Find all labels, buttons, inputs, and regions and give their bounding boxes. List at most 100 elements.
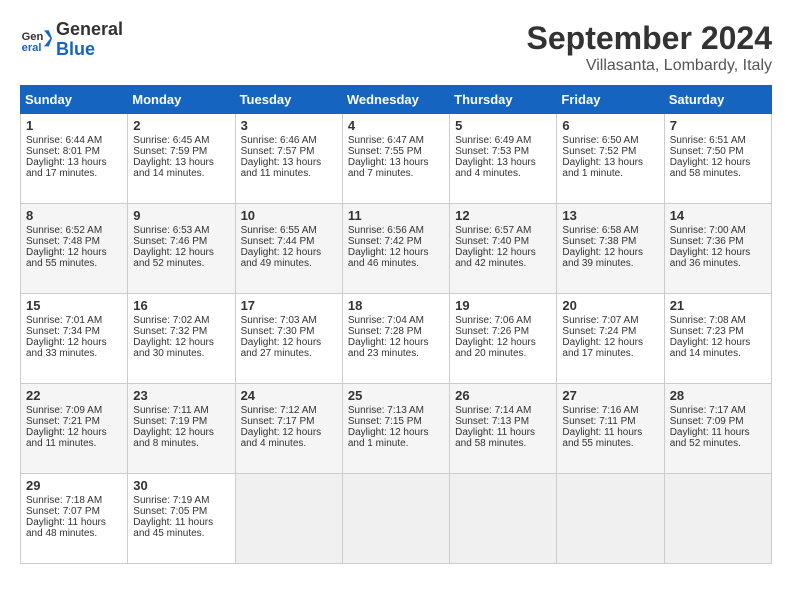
logo: Gen eral General Blue xyxy=(20,20,123,60)
logo-line1: General xyxy=(56,20,123,40)
daylight: Daylight: 11 hours and 58 minutes. xyxy=(455,427,535,449)
calendar-cell: 30Sunrise: 7:19 AMSunset: 7:05 PMDayligh… xyxy=(128,474,235,564)
sunrise: Sunrise: 6:45 AM xyxy=(133,135,209,146)
day-num: 11 xyxy=(348,208,444,223)
daylight: Daylight: 12 hours and 14 minutes. xyxy=(670,337,751,359)
daylight: Daylight: 13 hours and 7 minutes. xyxy=(348,157,429,179)
daylight: Daylight: 13 hours and 1 minute. xyxy=(562,157,643,179)
calendar-cell: 16Sunrise: 7:02 AMSunset: 7:32 PMDayligh… xyxy=(128,294,235,384)
calendar-cell xyxy=(664,474,771,564)
sunrise: Sunrise: 6:57 AM xyxy=(455,225,531,236)
sunrise: Sunrise: 7:12 AM xyxy=(241,405,317,416)
header-saturday: Saturday xyxy=(664,86,771,114)
calendar-cell: 29Sunrise: 7:18 AMSunset: 7:07 PMDayligh… xyxy=(21,474,128,564)
week-row: 1Sunrise: 6:44 AMSunset: 8:01 PMDaylight… xyxy=(21,114,772,204)
sunset: Sunset: 7:59 PM xyxy=(133,146,207,157)
daylight: Daylight: 12 hours and 49 minutes. xyxy=(241,247,322,269)
month-title: September 2024 xyxy=(527,20,772,57)
header-sunday: Sunday xyxy=(21,86,128,114)
calendar-cell: 20Sunrise: 7:07 AMSunset: 7:24 PMDayligh… xyxy=(557,294,664,384)
daylight: Daylight: 12 hours and 4 minutes. xyxy=(241,427,322,449)
location: Villasanta, Lombardy, Italy xyxy=(527,57,772,75)
day-num: 17 xyxy=(241,298,337,313)
calendar-cell: 1Sunrise: 6:44 AMSunset: 8:01 PMDaylight… xyxy=(21,114,128,204)
header-friday: Friday xyxy=(557,86,664,114)
sunset: Sunset: 7:30 PM xyxy=(241,326,315,337)
calendar-cell xyxy=(342,474,449,564)
sunrise: Sunrise: 7:03 AM xyxy=(241,315,317,326)
day-num: 29 xyxy=(26,478,122,493)
day-num: 21 xyxy=(670,298,766,313)
day-num: 23 xyxy=(133,388,229,403)
calendar-cell: 11Sunrise: 6:56 AMSunset: 7:42 PMDayligh… xyxy=(342,204,449,294)
day-num: 5 xyxy=(455,118,551,133)
day-num: 9 xyxy=(133,208,229,223)
sunrise: Sunrise: 7:06 AM xyxy=(455,315,531,326)
calendar-cell: 9Sunrise: 6:53 AMSunset: 7:46 PMDaylight… xyxy=(128,204,235,294)
sunrise: Sunrise: 7:11 AM xyxy=(133,405,208,416)
sunset: Sunset: 7:55 PM xyxy=(348,146,422,157)
day-num: 28 xyxy=(670,388,766,403)
sunset: Sunset: 7:40 PM xyxy=(455,236,529,247)
sunset: Sunset: 7:13 PM xyxy=(455,416,529,427)
daylight: Daylight: 12 hours and 58 minutes. xyxy=(670,157,751,179)
calendar-cell: 7Sunrise: 6:51 AMSunset: 7:50 PMDaylight… xyxy=(664,114,771,204)
sunset: Sunset: 7:19 PM xyxy=(133,416,207,427)
daylight: Daylight: 11 hours and 55 minutes. xyxy=(562,427,642,449)
daylight: Daylight: 12 hours and 30 minutes. xyxy=(133,337,214,359)
day-num: 24 xyxy=(241,388,337,403)
sunrise: Sunrise: 7:02 AM xyxy=(133,315,209,326)
day-num: 6 xyxy=(562,118,658,133)
sunset: Sunset: 7:48 PM xyxy=(26,236,100,247)
sunset: Sunset: 7:17 PM xyxy=(241,416,315,427)
day-num: 30 xyxy=(133,478,229,493)
daylight: Daylight: 12 hours and 55 minutes. xyxy=(26,247,107,269)
title-block: September 2024 Villasanta, Lombardy, Ita… xyxy=(527,20,772,75)
day-num: 8 xyxy=(26,208,122,223)
sunset: Sunset: 7:26 PM xyxy=(455,326,529,337)
day-num: 19 xyxy=(455,298,551,313)
sunrise: Sunrise: 7:16 AM xyxy=(562,405,638,416)
calendar-cell: 5Sunrise: 6:49 AMSunset: 7:53 PMDaylight… xyxy=(450,114,557,204)
daylight: Daylight: 12 hours and 42 minutes. xyxy=(455,247,536,269)
daylight: Daylight: 12 hours and 11 minutes. xyxy=(26,427,107,449)
sunset: Sunset: 7:57 PM xyxy=(241,146,315,157)
calendar-cell: 3Sunrise: 6:46 AMSunset: 7:57 PMDaylight… xyxy=(235,114,342,204)
header-row: SundayMondayTuesdayWednesdayThursdayFrid… xyxy=(21,86,772,114)
sunrise: Sunrise: 7:04 AM xyxy=(348,315,424,326)
sunrise: Sunrise: 6:44 AM xyxy=(26,135,102,146)
calendar-cell: 15Sunrise: 7:01 AMSunset: 7:34 PMDayligh… xyxy=(21,294,128,384)
daylight: Daylight: 12 hours and 8 minutes. xyxy=(133,427,214,449)
week-row: 22Sunrise: 7:09 AMSunset: 7:21 PMDayligh… xyxy=(21,384,772,474)
svg-text:eral: eral xyxy=(22,42,42,54)
logo-line2: Blue xyxy=(56,40,123,60)
header-tuesday: Tuesday xyxy=(235,86,342,114)
calendar-cell: 14Sunrise: 7:00 AMSunset: 7:36 PMDayligh… xyxy=(664,204,771,294)
calendar-cell: 18Sunrise: 7:04 AMSunset: 7:28 PMDayligh… xyxy=(342,294,449,384)
calendar-cell xyxy=(557,474,664,564)
week-row: 8Sunrise: 6:52 AMSunset: 7:48 PMDaylight… xyxy=(21,204,772,294)
day-num: 2 xyxy=(133,118,229,133)
sunrise: Sunrise: 6:52 AM xyxy=(26,225,102,236)
sunset: Sunset: 7:11 PM xyxy=(562,416,635,427)
sunset: Sunset: 7:53 PM xyxy=(455,146,529,157)
sunset: Sunset: 7:38 PM xyxy=(562,236,636,247)
sunset: Sunset: 7:24 PM xyxy=(562,326,636,337)
daylight: Daylight: 12 hours and 23 minutes. xyxy=(348,337,429,359)
sunrise: Sunrise: 7:14 AM xyxy=(455,405,531,416)
sunrise: Sunrise: 7:19 AM xyxy=(133,495,209,506)
daylight: Daylight: 12 hours and 33 minutes. xyxy=(26,337,107,359)
daylight: Daylight: 12 hours and 46 minutes. xyxy=(348,247,429,269)
daylight: Daylight: 13 hours and 14 minutes. xyxy=(133,157,214,179)
sunset: Sunset: 7:50 PM xyxy=(670,146,744,157)
daylight: Daylight: 12 hours and 27 minutes. xyxy=(241,337,322,359)
header-thursday: Thursday xyxy=(450,86,557,114)
week-row: 15Sunrise: 7:01 AMSunset: 7:34 PMDayligh… xyxy=(21,294,772,384)
calendar-cell: 6Sunrise: 6:50 AMSunset: 7:52 PMDaylight… xyxy=(557,114,664,204)
calendar-cell: 22Sunrise: 7:09 AMSunset: 7:21 PMDayligh… xyxy=(21,384,128,474)
sunset: Sunset: 7:34 PM xyxy=(26,326,100,337)
calendar-table: SundayMondayTuesdayWednesdayThursdayFrid… xyxy=(20,85,772,564)
sunset: Sunset: 8:01 PM xyxy=(26,146,100,157)
sunset: Sunset: 7:42 PM xyxy=(348,236,422,247)
daylight: Daylight: 11 hours and 52 minutes. xyxy=(670,427,750,449)
